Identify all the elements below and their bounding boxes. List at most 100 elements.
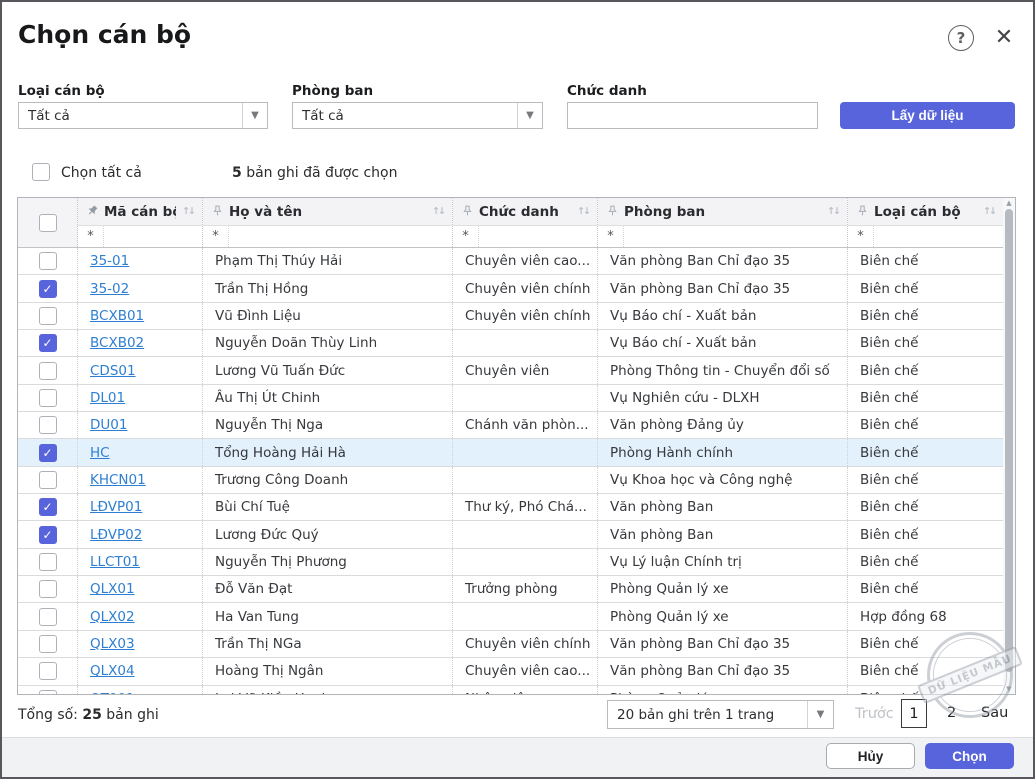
staff-code-link[interactable]: 35-01 <box>90 253 129 269</box>
sort-icon[interactable]: ↑↓ <box>182 206 196 217</box>
pagination-page-1-current[interactable]: 1 <box>901 699 927 728</box>
row-checkbox[interactable] <box>39 362 57 380</box>
column-filter[interactable]: * <box>598 226 847 247</box>
table-row[interactable]: BCXB01Vũ Đình LiệuChuyên viên chínhVụ Bá… <box>18 303 1015 330</box>
cancel-button[interactable]: Hủy <box>826 743 915 769</box>
column-name: Họ và tên↑↓* <box>203 198 453 247</box>
table-row[interactable]: DU01Nguyễn Thị NgaChánh văn phòn...Văn p… <box>18 412 1015 439</box>
staff-code-link[interactable]: QLX03 <box>90 636 135 652</box>
column-header[interactable]: Loại cán bộ↑↓ <box>848 198 1003 226</box>
cell-code: BCXB02 <box>78 330 203 356</box>
table-row[interactable]: QLX02Ha Van TungPhòng Quản lý xeHợp đồng… <box>18 603 1015 630</box>
cell-code: DU01 <box>78 412 203 438</box>
row-checkbox[interactable] <box>39 580 57 598</box>
cell-title: Chuyên viên chính <box>453 631 598 657</box>
table-row[interactable]: QLX04Hoàng Thị NgânChuyên viên cao...Văn… <box>18 658 1015 685</box>
table-row[interactable]: QLX03Trần Thị NGaChuyên viên chínhVăn ph… <box>18 631 1015 658</box>
column-filter[interactable]: * <box>848 226 1003 247</box>
filter-operator[interactable]: * <box>203 226 229 247</box>
cell-type: Biên chế <box>848 439 1003 465</box>
table-row[interactable]: 35-01Phạm Thị Thúy HảiChuyên viên cao...… <box>18 248 1015 275</box>
staff-code-link[interactable]: LĐVP02 <box>90 527 142 543</box>
department-select[interactable]: Tất cả ▼ <box>292 102 543 129</box>
cell-type: Biên chế <box>848 248 1003 274</box>
row-checkbox[interactable]: ✓ <box>39 444 57 462</box>
column-header[interactable]: Họ và tên↑↓ <box>203 198 452 226</box>
row-checkbox[interactable]: ✓ <box>39 526 57 544</box>
column-header[interactable]: Phòng ban↑↓ <box>598 198 847 226</box>
staff-code-link[interactable]: 35-02 <box>90 281 129 297</box>
sort-icon[interactable]: ↑↓ <box>983 206 997 217</box>
filter-operator[interactable]: * <box>848 226 874 247</box>
table-row[interactable]: ✓LĐVP01Bùi Chí TuệThư ký, Phó Chá...Văn … <box>18 494 1015 521</box>
staff-code-link[interactable]: LLCT01 <box>90 554 140 570</box>
staff-code-link[interactable]: BCXB01 <box>90 308 144 324</box>
staff-code-link[interactable]: CDS01 <box>90 363 136 379</box>
staff-code-link[interactable]: QLX04 <box>90 663 135 679</box>
row-checkbox[interactable]: ✓ <box>39 334 57 352</box>
table-row[interactable]: QLX01Đỗ Văn ĐạtTrưởng phòngPhòng Quản lý… <box>18 576 1015 603</box>
table-vertical-scrollbar[interactable]: ▲ ▼ <box>1003 198 1015 694</box>
total-records-text: Tổng số: 25 bản ghi <box>18 707 159 723</box>
scroll-up-icon[interactable]: ▲ <box>1003 199 1015 207</box>
select-all-checkbox[interactable] <box>32 163 50 181</box>
header-select-checkbox[interactable] <box>39 214 57 232</box>
table-row[interactable]: ✓BCXB02Nguyễn Doãn Thùy LinhVụ Báo chí -… <box>18 330 1015 357</box>
row-checkbox[interactable] <box>39 252 57 270</box>
sort-icon[interactable]: ↑↓ <box>827 206 841 217</box>
cell-title <box>453 549 598 575</box>
fetch-data-button[interactable]: Lấy dữ liệu <box>840 102 1015 129</box>
row-checkbox[interactable] <box>39 553 57 571</box>
pagination-prev[interactable]: Trước <box>855 706 894 722</box>
cell-name: Trần Thị NGa <box>203 631 453 657</box>
sort-icon[interactable]: ↑↓ <box>577 206 591 217</box>
row-checkbox[interactable]: ✓ <box>39 280 57 298</box>
row-checkbox[interactable] <box>39 608 57 626</box>
cell-code: QLX03 <box>78 631 203 657</box>
filter-operator[interactable]: * <box>598 226 624 247</box>
scroll-down-icon[interactable]: ▼ <box>1003 685 1015 693</box>
staff-code-link[interactable]: DU01 <box>90 417 127 433</box>
row-checkbox[interactable] <box>39 635 57 653</box>
staff-code-link[interactable]: KHCN01 <box>90 472 146 488</box>
filter-operator[interactable]: * <box>78 226 104 247</box>
table-row[interactable]: DL01Âu Thị Út ChinhVụ Nghiên cứu - DLXHB… <box>18 385 1015 412</box>
row-checkbox[interactable] <box>39 471 57 489</box>
filter-operator[interactable]: * <box>453 226 479 247</box>
sort-icon[interactable]: ↑↓ <box>432 206 446 217</box>
staff-code-link[interactable]: DL01 <box>90 390 125 406</box>
pagination-next[interactable]: Sau <box>981 705 1008 721</box>
table-row[interactable]: LLCT01Nguyễn Thị PhươngVụ Lý luận Chính … <box>18 549 1015 576</box>
close-icon[interactable]: ✕ <box>990 23 1018 51</box>
help-icon[interactable]: ? <box>948 25 974 51</box>
row-checkbox[interactable] <box>39 416 57 434</box>
table-row[interactable]: ✓LĐVP02Lương Đức QuýVăn phòng BanBiên ch… <box>18 521 1015 548</box>
cell-name: Hoàng Thị Ngân <box>203 658 453 684</box>
column-filter[interactable]: * <box>453 226 597 247</box>
row-checkbox[interactable]: ✓ <box>39 498 57 516</box>
row-checkbox[interactable] <box>39 662 57 680</box>
table-row[interactable]: CDS01Lương Vũ Tuấn ĐứcChuyên viênPhòng T… <box>18 357 1015 384</box>
staff-code-link[interactable]: QLX01 <box>90 581 135 597</box>
job-title-input[interactable] <box>567 102 818 129</box>
table-row[interactable]: KHCN01Trương Công DoanhVụ Khoa học và Cô… <box>18 467 1015 494</box>
pagination-page-2[interactable]: 2 <box>947 705 956 721</box>
staff-code-link[interactable]: QLX02 <box>90 609 135 625</box>
scrollbar-thumb[interactable] <box>1005 209 1013 672</box>
staff-code-link[interactable]: HC <box>90 445 110 461</box>
page-size-select[interactable]: 20 bản ghi trên 1 trang ▼ <box>607 700 834 729</box>
row-checkbox[interactable] <box>39 389 57 407</box>
table-row[interactable]: ✓HCTổng Hoàng Hải HàPhòng Hành chínhBiên… <box>18 439 1015 466</box>
row-checkbox[interactable] <box>39 307 57 325</box>
column-header[interactable]: Mã cán bộ↑↓ <box>78 198 202 226</box>
table-row[interactable]: QT001Lại Vũ Kiều HạnhNhân viênPhòng Quản… <box>18 686 1015 696</box>
column-filter[interactable]: * <box>203 226 452 247</box>
cell-name: Lương Vũ Tuấn Đức <box>203 357 453 383</box>
column-header[interactable]: Chức danh↑↓ <box>453 198 597 226</box>
column-filter[interactable]: * <box>78 226 202 247</box>
table-row[interactable]: ✓35-02Trần Thị HồngChuyên viên chínhVăn … <box>18 275 1015 302</box>
staff-code-link[interactable]: BCXB02 <box>90 335 144 351</box>
staff-type-select[interactable]: Tất cả ▼ <box>18 102 268 129</box>
confirm-button[interactable]: Chọn <box>925 743 1014 769</box>
staff-code-link[interactable]: LĐVP01 <box>90 499 142 515</box>
